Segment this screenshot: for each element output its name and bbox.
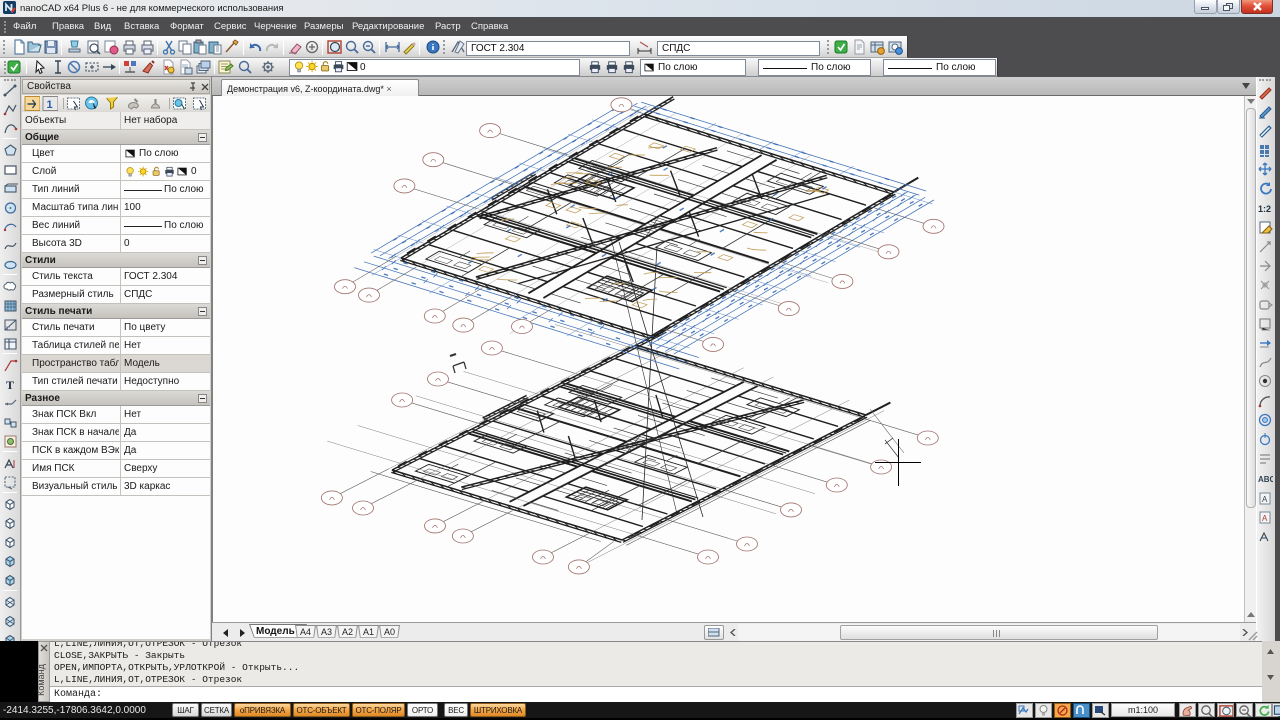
svg-text:1:2: 1:2 — [1258, 204, 1271, 214]
svg-text:T: T — [6, 378, 14, 392]
svg-text:A: A — [1262, 514, 1268, 523]
svg-text:ABC: ABC — [1258, 475, 1273, 484]
svg-text:1: 1 — [47, 99, 53, 111]
svg-text:A: A — [1262, 495, 1268, 504]
